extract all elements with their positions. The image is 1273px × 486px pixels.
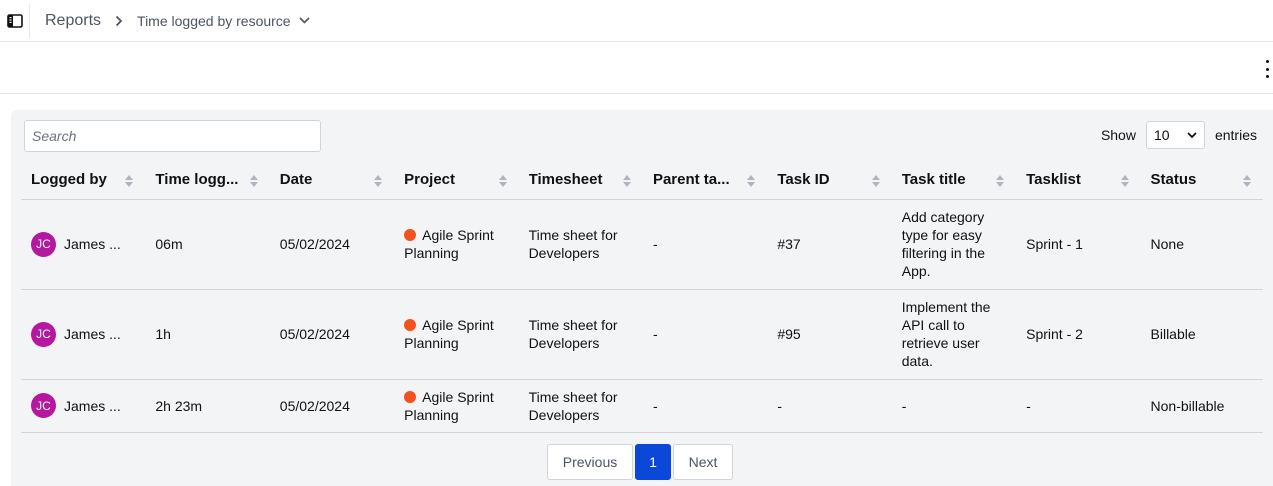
chevron-right-icon <box>115 15 123 27</box>
column-header-logged-by[interactable]: Logged by <box>21 160 146 200</box>
project-color-dot <box>404 319 417 331</box>
cell-status: None <box>1140 199 1263 290</box>
breadcrumb-current-report[interactable]: Time logged by resource <box>137 13 310 29</box>
cell-parent-task: - <box>642 199 768 290</box>
project-color-dot <box>404 229 417 241</box>
page-1-button[interactable]: 1 <box>635 444 671 480</box>
project-color-dot <box>404 390 417 403</box>
cell-task-title: Add category type for easy filtering in … <box>891 199 1017 290</box>
logger-name: James ... <box>64 236 121 252</box>
sort-icon <box>249 175 258 187</box>
cell-date: 05/02/2024 <box>269 289 395 380</box>
avatar: JC <box>31 321 56 347</box>
cell-status: Billable <box>1140 289 1263 380</box>
column-header-timesheet[interactable]: Timesheet <box>518 160 643 200</box>
sort-icon <box>374 175 383 187</box>
cell-task-id: - <box>767 379 892 433</box>
chevron-down-icon <box>299 17 310 24</box>
cell-timesheet: Time sheet for Developers <box>518 199 643 290</box>
column-header-date[interactable]: Date <box>269 160 395 200</box>
top-bar: Reports Time logged by resource <box>0 0 1273 42</box>
cell-logged-by: JC James ... <box>21 379 146 433</box>
breadcrumb-reports[interactable]: Reports <box>45 12 101 30</box>
column-header-task-id[interactable]: Task ID <box>767 160 892 200</box>
cell-parent-task: - <box>642 289 768 380</box>
kebab-menu-icon[interactable] <box>1263 60 1271 78</box>
cell-task-id: #95 <box>767 289 892 380</box>
sort-icon <box>125 175 134 187</box>
sort-icon <box>622 175 631 187</box>
entries-control: Show 10 entries <box>1101 121 1257 149</box>
cell-task-id: #37 <box>767 199 892 290</box>
cell-task-title: - <box>891 379 1017 433</box>
entries-suffix: entries <box>1214 127 1257 143</box>
sort-icon <box>996 175 1005 187</box>
cell-tasklist: Sprint - 1 <box>1016 199 1141 290</box>
sidebar-toggle-icon[interactable] <box>0 3 30 38</box>
column-header-tasklist[interactable]: Tasklist <box>1016 160 1141 200</box>
show-label: Show <box>1100 127 1136 143</box>
logger-name: James ... <box>64 326 121 342</box>
table-row[interactable]: JC James ... 1h 05/02/2024 Agile Sprint P… <box>21 289 1263 380</box>
sort-icon <box>747 175 756 187</box>
search-input[interactable] <box>24 120 321 152</box>
entries-select[interactable]: 10 <box>1145 121 1205 149</box>
cell-logged-by: JC James ... <box>21 199 146 290</box>
avatar: JC <box>31 231 56 257</box>
column-header-task-title[interactable]: Task title <box>891 160 1017 200</box>
column-header-status[interactable]: Status <box>1140 160 1263 200</box>
sort-icon <box>871 175 880 187</box>
cell-status: Non-billable <box>1140 379 1263 433</box>
project-name: Agile Sprint Planning <box>404 388 494 423</box>
cell-time-logged: 1h <box>145 289 270 380</box>
project-name: Agile Sprint Planning <box>404 227 494 261</box>
cell-time-logged: 2h 23m <box>145 379 270 433</box>
report-panel: Show 10 entries Logged by Time logg... D… <box>11 110 1273 486</box>
table-header-row: Logged by Time logg... Date Project Time… <box>21 160 1263 200</box>
cell-date: 05/02/2024 <box>269 379 395 433</box>
cell-project: Agile Sprint Planning <box>394 199 519 290</box>
next-page-button[interactable]: Next <box>673 444 733 480</box>
chevron-down-icon <box>1187 131 1197 138</box>
cell-task-title: Implement the API call to retrieve user … <box>891 289 1017 380</box>
cell-timesheet: Time sheet for Developers <box>518 379 643 433</box>
cell-tasklist: Sprint - 2 <box>1016 289 1141 380</box>
breadcrumb-current-label: Time logged by resource <box>137 12 291 29</box>
table-row[interactable]: JC James ... 2h 23m 05/02/2024 Agile Spri… <box>21 379 1263 433</box>
column-header-project[interactable]: Project <box>394 160 519 200</box>
logger-name: James ... <box>64 397 121 414</box>
project-name: Agile Sprint Planning <box>404 317 494 351</box>
column-header-parent-task[interactable]: Parent ta... <box>642 160 768 200</box>
avatar: JC <box>31 393 56 418</box>
cell-time-logged: 06m <box>145 199 270 290</box>
cell-timesheet: Time sheet for Developers <box>518 289 643 380</box>
pagination: Previous 1 Next <box>547 444 733 480</box>
cell-tasklist: - <box>1016 379 1141 433</box>
sort-icon <box>1120 175 1129 187</box>
cell-logged-by: JC James ... <box>21 289 146 380</box>
sort-icon <box>498 175 507 187</box>
time-log-table: Logged by Time logg... Date Project Time… <box>21 160 1263 433</box>
cell-project: Agile Sprint Planning <box>394 289 519 380</box>
entries-value: 10 <box>1153 127 1170 143</box>
cell-project: Agile Sprint Planning <box>394 379 519 433</box>
previous-page-button[interactable]: Previous <box>547 444 633 480</box>
cell-parent-task: - <box>642 379 768 433</box>
sort-icon <box>1243 175 1251 187</box>
toolbar <box>0 42 1273 94</box>
cell-date: 05/02/2024 <box>269 199 395 290</box>
table-row[interactable]: JC James ... 06m 05/02/2024 Agile Sprint … <box>21 199 1263 290</box>
column-header-time-logged[interactable]: Time logg... <box>145 160 270 200</box>
